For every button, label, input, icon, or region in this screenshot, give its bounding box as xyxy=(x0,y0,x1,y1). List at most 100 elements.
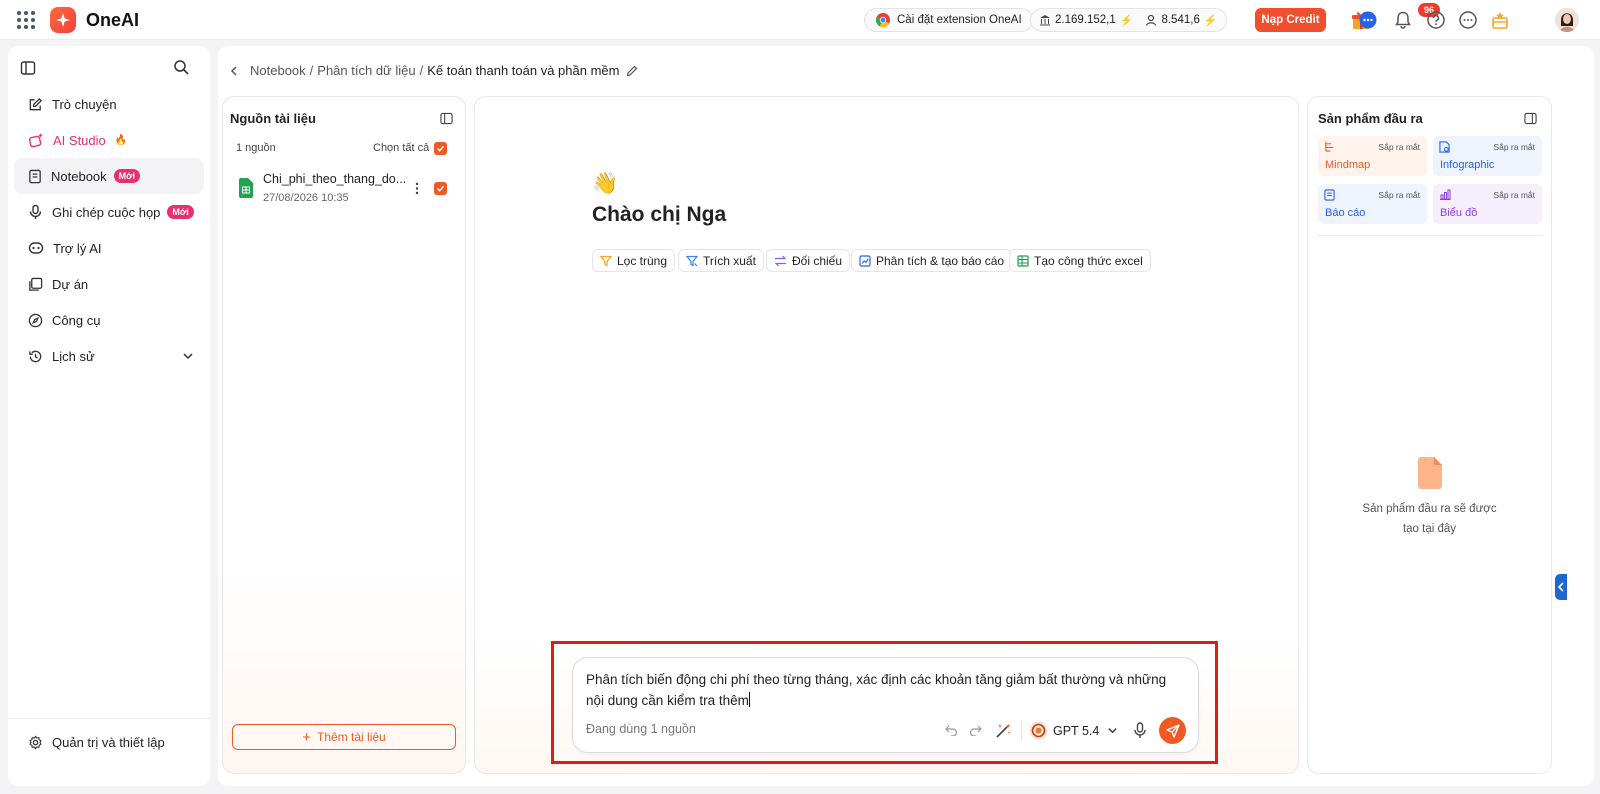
spreadsheet-file-icon xyxy=(239,178,253,198)
add-document-label: Thêm tài liệu xyxy=(317,730,386,744)
user-avatar[interactable] xyxy=(1555,8,1579,32)
chip-compare[interactable]: Đối chiếu xyxy=(766,249,851,272)
edit-chat-icon xyxy=(29,97,43,110)
select-all-label[interactable]: Chọn tất cả xyxy=(373,142,429,154)
source-file-checkbox[interactable] xyxy=(434,182,447,195)
more-options-icon[interactable] xyxy=(1458,10,1478,30)
apps-grid-icon[interactable] xyxy=(17,11,35,29)
sources-panel: Nguồn tài liệu 1 nguồn Chọn tất cả Chi_p… xyxy=(222,96,466,774)
sidebar-item-label: Công cụ xyxy=(52,312,101,328)
filter-icon xyxy=(600,255,612,266)
back-chevron-icon[interactable] xyxy=(228,65,240,77)
breadcrumb-data-analysis[interactable]: Phân tích dữ liệu xyxy=(317,63,415,78)
output-card-chart[interactable]: Sắp ra mắt Biểu đồ xyxy=(1433,184,1542,224)
source-file-item[interactable]: Chi_phi_theo_thang_do... 27/08/2026 10:3… xyxy=(223,169,465,209)
chat-input-text: Phân tích biến động chi phí theo từng th… xyxy=(586,672,1167,708)
sidebar-item-projects[interactable]: Dự án xyxy=(14,266,204,302)
table-icon xyxy=(1017,254,1029,267)
output-divider xyxy=(1318,235,1542,236)
check-icon xyxy=(436,185,445,192)
gear-icon xyxy=(29,734,42,750)
edit-pencil-icon[interactable] xyxy=(626,65,638,77)
sidebar-item-label: Dự án xyxy=(52,276,89,292)
chevron-down-icon[interactable] xyxy=(182,350,194,362)
sidebar-item-notebook[interactable]: Notebook Mới xyxy=(14,158,204,194)
output-panel: Sản phẩm đầu ra Sắp ra mắt Mindmap Sắp r… xyxy=(1307,96,1552,774)
bank-icon xyxy=(1040,15,1050,26)
magic-wand-icon[interactable] xyxy=(995,722,1012,739)
oneai-logo-icon[interactable] xyxy=(50,7,76,33)
collapse-panel-icon[interactable] xyxy=(1524,112,1537,125)
sidebar-toggle-icon[interactable] xyxy=(20,60,36,76)
help-icon[interactable] xyxy=(1426,10,1446,30)
topup-credit-button[interactable]: Nạp Credit xyxy=(1255,8,1326,32)
output-empty-text-line1: Sản phẩm đầu ra sẽ được xyxy=(1362,503,1497,515)
chip-label: Phân tích & tạo báo cáo xyxy=(876,253,1005,268)
sidebar-item-chat[interactable]: Trò chuyện xyxy=(14,86,204,122)
settings-button[interactable]: Quản trị và thiết lập xyxy=(14,724,204,760)
select-all-checkbox[interactable] xyxy=(434,142,447,155)
projects-icon xyxy=(29,277,43,291)
search-icon[interactable] xyxy=(173,59,190,76)
plus-icon: + xyxy=(302,728,312,746)
extension-label: Cài đặt extension OneAI xyxy=(897,14,1022,26)
chart-icon xyxy=(859,254,871,267)
chat-input-field[interactable]: Phân tích biến động chi phí theo từng th… xyxy=(586,669,1186,711)
check-icon xyxy=(436,145,445,152)
bolt-icon: ⚡ xyxy=(1119,14,1134,27)
source-count: 1 nguồn xyxy=(236,142,276,154)
chip-extract[interactable]: Trích xuất xyxy=(678,249,764,272)
output-card-label: Báo cáo xyxy=(1325,207,1366,219)
sidebar-item-history[interactable]: Lịch sử xyxy=(14,338,204,374)
sidebar-item-ai-studio[interactable]: AI Studio 🔥 xyxy=(14,122,204,158)
breadcrumb-notebook[interactable]: Notebook xyxy=(250,63,306,78)
app-name[interactable]: OneAI xyxy=(86,10,139,31)
send-icon xyxy=(1165,723,1180,738)
chevron-down-icon xyxy=(1108,728,1117,734)
redo-icon[interactable] xyxy=(969,725,982,736)
breadcrumb-separator: / xyxy=(309,63,314,78)
chat-messages-icon[interactable] xyxy=(1358,10,1378,30)
chip-analyze-report[interactable]: Phân tích & tạo báo cáo xyxy=(851,249,1013,272)
new-badge: Mới xyxy=(167,205,194,219)
sources-title: Nguồn tài liệu xyxy=(230,111,316,126)
side-panel-toggle[interactable] xyxy=(1555,574,1567,600)
sidebar-item-tools[interactable]: Công cụ xyxy=(14,302,204,338)
sidebar-item-label: AI Studio xyxy=(53,132,106,148)
chip-label: Lọc trùng xyxy=(617,253,668,268)
compare-icon xyxy=(774,255,787,266)
kebab-menu-icon[interactable] xyxy=(415,182,419,195)
credits-display[interactable]: 2.169.152,1 ⚡ 8.541,6 ⚡ xyxy=(1030,8,1227,32)
bar-chart-icon xyxy=(1440,189,1451,200)
sidebar-item-label: Trò chuyện xyxy=(52,96,117,112)
chevron-left-icon xyxy=(1557,582,1564,592)
install-extension-button[interactable]: Cài đặt extension OneAI xyxy=(864,8,1033,32)
rewards-icon[interactable] xyxy=(1490,10,1510,30)
source-file-date: 27/08/2026 10:35 xyxy=(263,192,349,204)
chip-label: Đối chiếu xyxy=(792,253,843,268)
output-card-mindmap[interactable]: Sắp ra mắt Mindmap xyxy=(1318,136,1427,176)
sidebar-item-label: Lịch sử xyxy=(52,348,95,364)
top-bar: OneAI Cài đặt extension OneAI 2.169.152,… xyxy=(0,0,1600,40)
infographic-icon xyxy=(1439,141,1450,153)
notification-bell-icon[interactable] xyxy=(1393,10,1413,30)
model-selector[interactable]: GPT 5.4 xyxy=(1029,721,1118,740)
chip-excel-formula[interactable]: Tạo công thức excel xyxy=(1009,249,1151,272)
credit-balance-2: 8.541,6 xyxy=(1161,14,1200,26)
mindmap-icon xyxy=(1325,141,1334,152)
chip-filter-duplicates[interactable]: Lọc trùng xyxy=(592,249,676,272)
source-file-name: Chi_phi_theo_thang_do... xyxy=(263,172,407,186)
microphone-icon[interactable] xyxy=(1133,722,1147,739)
sidebar: Trò chuyện AI Studio 🔥 Notebook Mới Ghi … xyxy=(8,46,210,786)
output-card-infographic[interactable]: Sắp ra mắt Infographic xyxy=(1433,136,1542,176)
send-button[interactable] xyxy=(1159,717,1186,744)
sidebar-item-meeting-notes[interactable]: Ghi chép cuộc họp Mới xyxy=(14,194,204,230)
chrome-icon xyxy=(875,13,890,28)
add-document-button[interactable]: + Thêm tài liệu xyxy=(232,724,456,750)
sidebar-item-ai-assistant[interactable]: Trợ lý AI xyxy=(14,230,204,266)
coming-soon-label: Sắp ra mắt xyxy=(1493,190,1535,200)
output-card-label: Infographic xyxy=(1440,159,1495,171)
output-card-report[interactable]: Sắp ra mắt Báo cáo xyxy=(1318,184,1427,224)
collapse-panel-icon[interactable] xyxy=(440,112,453,125)
undo-icon[interactable] xyxy=(945,725,958,736)
